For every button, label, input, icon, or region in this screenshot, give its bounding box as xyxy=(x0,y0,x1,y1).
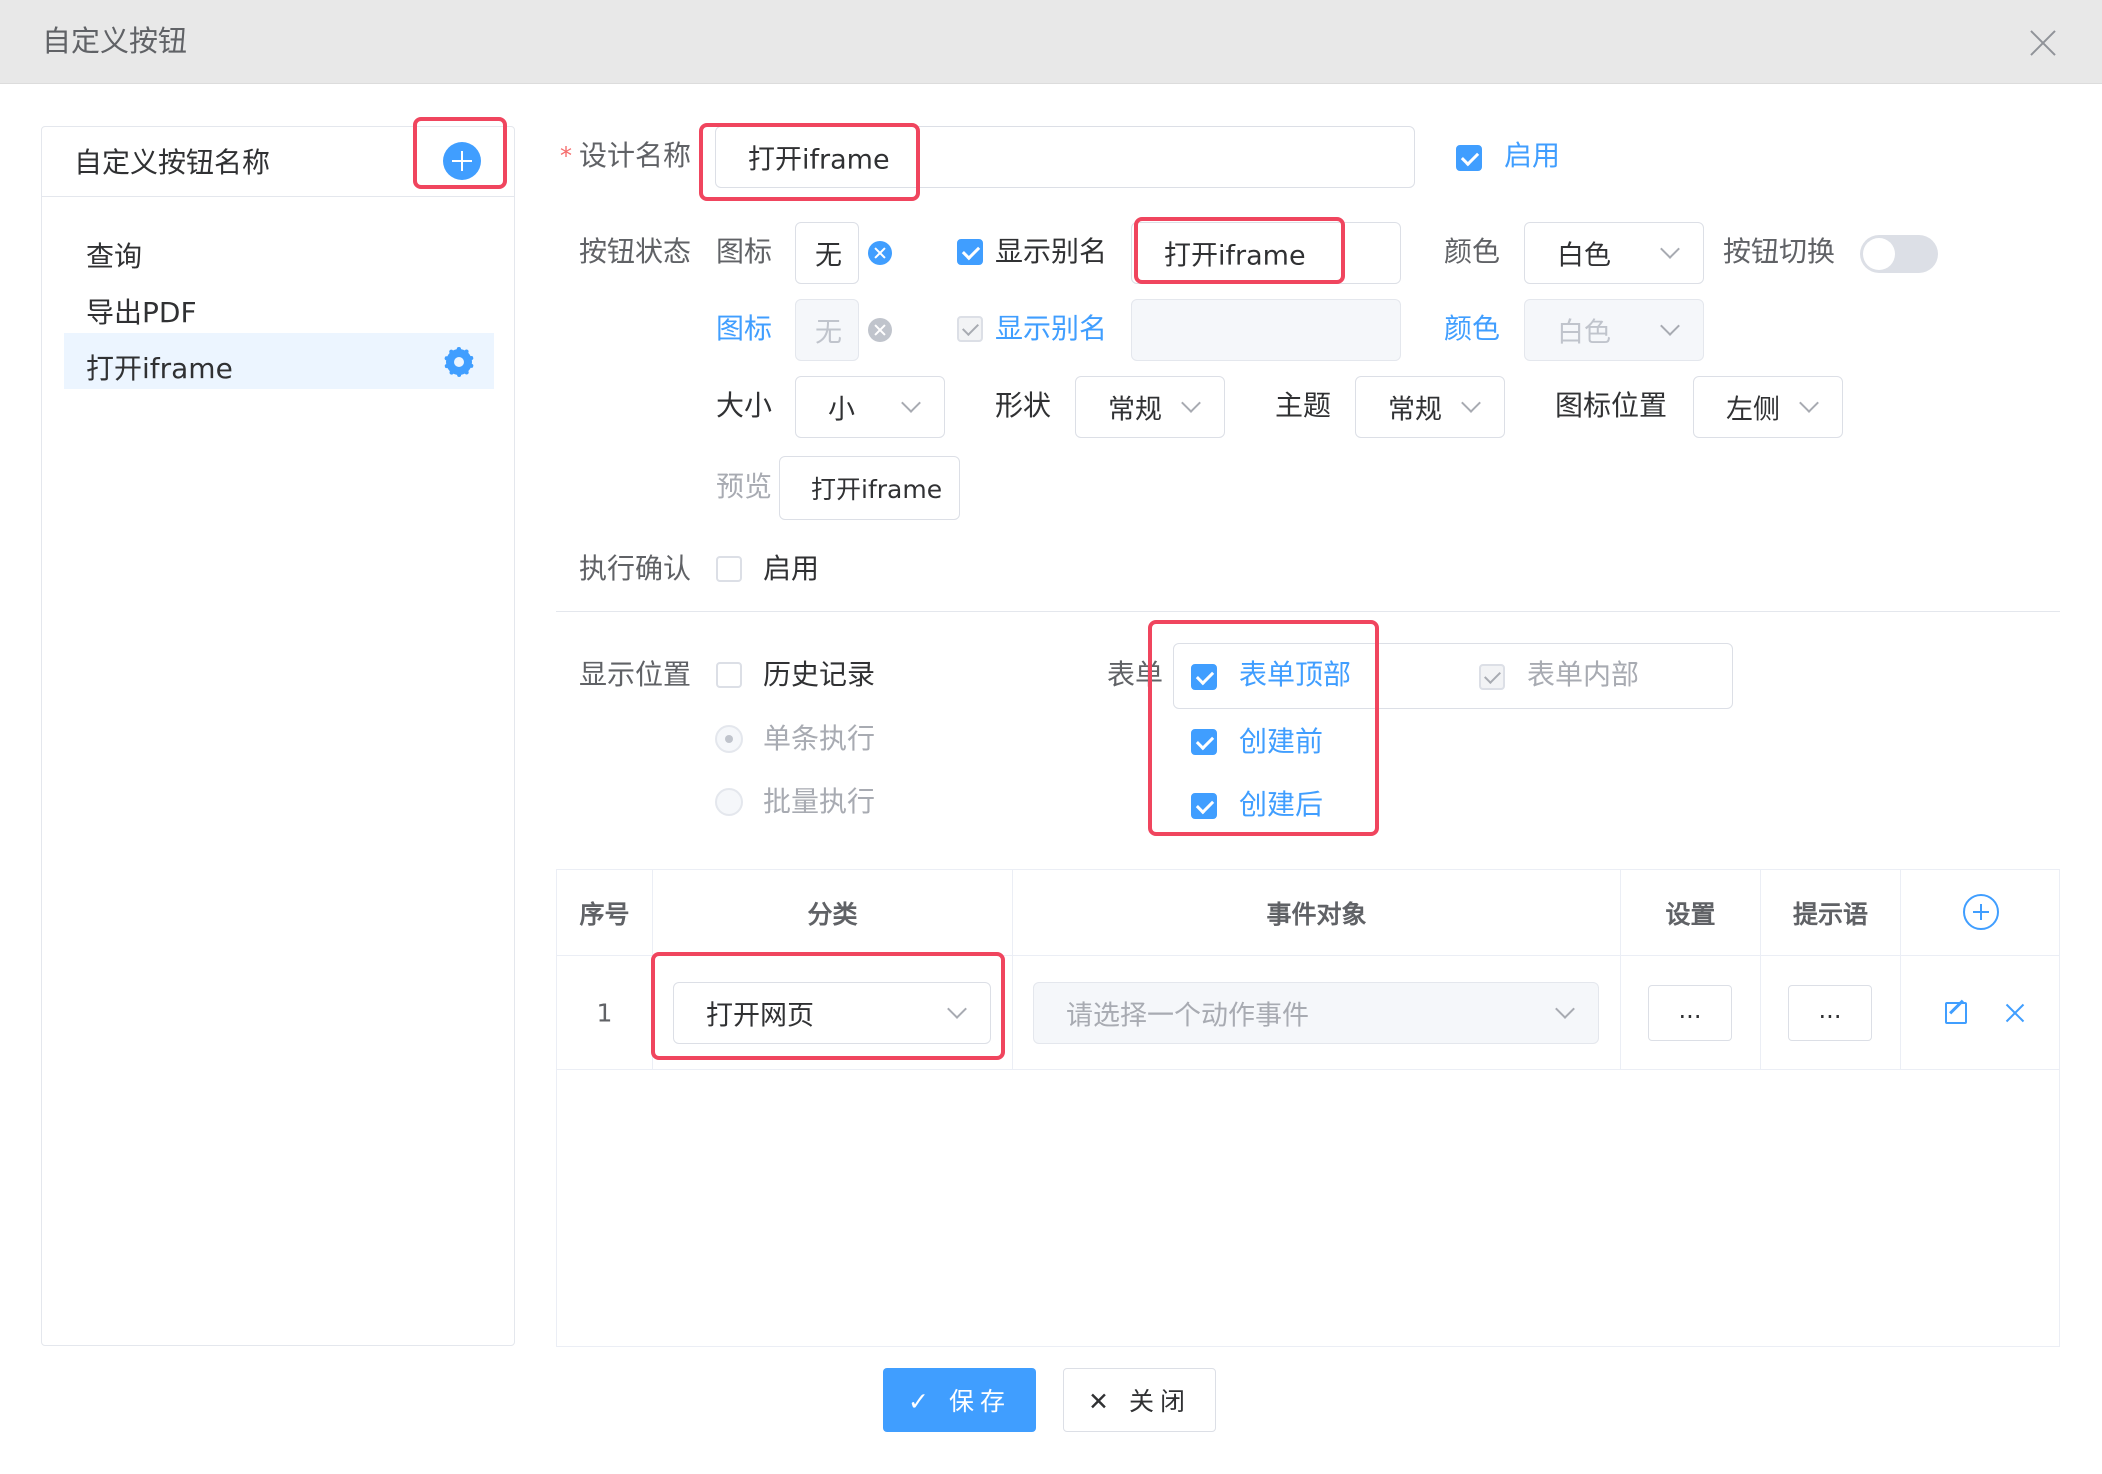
icon-label: 图标 xyxy=(716,235,773,268)
show-alias-checkbox[interactable] xyxy=(957,239,983,265)
confirm-label: 执行确认 xyxy=(579,552,692,585)
icon-label-toggled: 图标 xyxy=(716,312,773,345)
button-state-label: 按钮状态 xyxy=(579,235,692,268)
chevron-down-icon xyxy=(901,393,921,413)
icon-select[interactable]: 无 xyxy=(795,222,859,284)
chevron-down-icon xyxy=(1181,393,1201,413)
show-alias-label-toggled: 显示别名 xyxy=(995,312,1108,345)
display-position-label: 显示位置 xyxy=(579,658,692,691)
preview-button[interactable]: 打开iframe xyxy=(779,456,960,520)
button-list-title: 自定义按钮名称 xyxy=(74,146,271,179)
event-table: 序号 分类 事件对象 设置 提示语 1 打开网页 请选择一个动作事件 ... .… xyxy=(556,869,2060,1347)
divider xyxy=(556,611,2060,612)
required-mark: * xyxy=(560,142,572,170)
delete-icon[interactable] xyxy=(2004,1002,2026,1024)
icon-position-label: 图标位置 xyxy=(1555,389,1668,422)
list-item-query[interactable]: 查询 xyxy=(64,221,494,277)
clear-icon[interactable] xyxy=(868,241,892,265)
history-checkbox[interactable] xyxy=(716,662,742,688)
size-select[interactable]: 小 xyxy=(795,376,945,438)
single-exec-radio xyxy=(715,725,743,753)
cell-index: 1 xyxy=(557,956,653,1070)
settings-button[interactable]: ... xyxy=(1648,985,1732,1041)
shape-label: 形状 xyxy=(995,389,1052,422)
icon-select-toggled: 无 xyxy=(795,299,859,361)
design-name-label: 设计名称 xyxy=(579,139,692,172)
list-item-label: 打开iframe xyxy=(86,352,233,385)
form-inner-label: 表单内部 xyxy=(1527,658,1640,691)
chevron-down-icon xyxy=(1799,393,1819,413)
show-alias-label: 显示别名 xyxy=(995,235,1108,268)
toggle-label: 按钮切换 xyxy=(1723,235,1836,268)
icon-position-select[interactable]: 左侧 xyxy=(1693,376,1843,438)
color-label-toggled: 颜色 xyxy=(1444,312,1501,345)
highlight-box xyxy=(1148,620,1379,836)
show-alias-checkbox-toggled xyxy=(957,316,983,342)
chevron-down-icon xyxy=(1660,316,1680,336)
close-button[interactable]: ✕ 关闭 xyxy=(1063,1368,1216,1432)
add-row-icon[interactable] xyxy=(1963,894,1999,930)
confirm-option-label: 启用 xyxy=(763,552,820,585)
save-button[interactable]: ✓ 保存 xyxy=(883,1368,1036,1432)
alias-input-toggled xyxy=(1131,299,1401,361)
chevron-down-icon xyxy=(1555,999,1575,1019)
cell-tip: ... xyxy=(1761,956,1901,1070)
confirm-checkbox[interactable] xyxy=(716,556,742,582)
shape-select[interactable]: 常规 xyxy=(1075,376,1225,438)
list-item-label: 查询 xyxy=(86,240,143,273)
color-label: 颜色 xyxy=(1444,235,1501,268)
list-item-export-pdf[interactable]: 导出PDF xyxy=(64,277,494,333)
highlight-box xyxy=(1134,217,1345,284)
highlight-box xyxy=(699,123,920,201)
enable-checkbox[interactable] xyxy=(1456,145,1482,171)
tip-button[interactable]: ... xyxy=(1788,985,1872,1041)
column-header-actions xyxy=(1901,870,2059,956)
single-exec-label: 单条执行 xyxy=(763,722,876,755)
color-select-toggled: 白色 xyxy=(1524,299,1704,361)
form-inner-checkbox xyxy=(1479,664,1505,690)
history-label: 历史记录 xyxy=(763,658,876,691)
column-header-tip: 提示语 xyxy=(1761,870,1901,956)
batch-exec-label: 批量执行 xyxy=(763,785,876,818)
size-label: 大小 xyxy=(716,389,773,422)
toggle-switch[interactable] xyxy=(1860,235,1938,273)
dialog-title: 自定义按钮 xyxy=(42,24,188,58)
button-list-panel: 自定义按钮名称 查询 导出PDF 打开iframe xyxy=(41,126,515,1346)
gear-icon[interactable] xyxy=(444,347,474,377)
highlight-box xyxy=(413,117,507,189)
list-item-open-iframe[interactable]: 打开iframe xyxy=(64,333,494,389)
chevron-down-icon xyxy=(1461,393,1481,413)
column-header-index: 序号 xyxy=(557,870,653,956)
cell-event-object: 请选择一个动作事件 xyxy=(1013,956,1621,1070)
list-item-label: 导出PDF xyxy=(86,296,197,329)
highlight-box xyxy=(651,952,1005,1060)
close-icon[interactable] xyxy=(2028,28,2058,58)
theme-select[interactable]: 常规 xyxy=(1355,376,1505,438)
cell-actions xyxy=(1901,956,2059,1070)
clear-icon xyxy=(868,318,892,342)
preview-label: 预览 xyxy=(716,470,773,503)
column-header-category: 分类 xyxy=(653,870,1013,956)
edit-icon[interactable] xyxy=(1945,1002,1967,1024)
cell-settings: ... xyxy=(1621,956,1761,1070)
chevron-down-icon xyxy=(1660,239,1680,259)
theme-label: 主题 xyxy=(1275,389,1332,422)
batch-exec-radio xyxy=(715,788,743,816)
column-header-event-object: 事件对象 xyxy=(1013,870,1621,956)
dialog-header: 自定义按钮 xyxy=(0,0,2102,84)
column-header-settings: 设置 xyxy=(1621,870,1761,956)
event-select[interactable]: 请选择一个动作事件 xyxy=(1033,982,1599,1044)
enable-label: 启用 xyxy=(1504,139,1561,172)
color-select[interactable]: 白色 xyxy=(1524,222,1704,284)
